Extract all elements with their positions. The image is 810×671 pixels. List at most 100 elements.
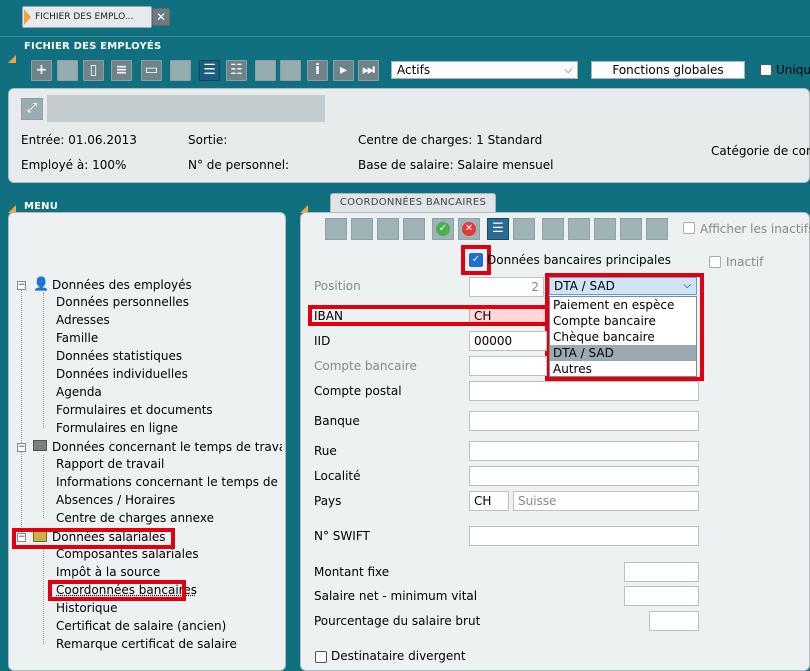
postal-account-input[interactable]	[469, 381, 699, 401]
panel-button-10[interactable]	[568, 218, 590, 240]
global-functions-button[interactable]: Fonctions globales	[591, 61, 745, 79]
tree-item-online-forms[interactable]: Formulaires en ligne	[56, 421, 178, 435]
position-label: Position	[314, 279, 361, 293]
tree-item-addresses[interactable]: Adresses	[56, 313, 110, 327]
panel-button-3[interactable]	[377, 218, 399, 240]
tree-line	[43, 455, 44, 518]
tree-item-personal-data[interactable]: Données personnelles	[56, 295, 189, 309]
tab-bank-details[interactable]: COORDONNÉES BANCAIRES	[330, 193, 496, 212]
panel-button-12[interactable]	[620, 218, 642, 240]
confirm-button[interactable]: ✓	[432, 218, 454, 240]
employee-person-icon: 👤	[33, 277, 50, 292]
panel-button-8[interactable]	[513, 218, 535, 240]
tree-item-work-report[interactable]: Rapport de travail	[56, 457, 164, 471]
collapse-icon[interactable]: −	[17, 443, 26, 452]
inactive-checkbox[interactable]	[709, 256, 721, 268]
street-input[interactable]	[469, 441, 699, 461]
position-input[interactable]: 2	[469, 277, 544, 297]
document-tab-label: FICHIER DES EMPLO...	[35, 12, 134, 22]
tree-item-absences[interactable]: Absences / Horaires	[56, 493, 175, 507]
window-title: FICHIER DES EMPLOYÉS	[24, 41, 162, 52]
disabled-button-3[interactable]	[280, 60, 301, 81]
country-label: Pays	[314, 494, 342, 508]
copy-button[interactable]	[57, 60, 78, 81]
postal-account-label: Compte postal	[314, 384, 402, 398]
divergent-recipient-label: Destinataire divergent	[331, 649, 466, 663]
add-button[interactable]: +	[31, 60, 52, 81]
tree-item-agenda[interactable]: Agenda	[56, 385, 102, 399]
filter-select[interactable]: Actifs ⌵	[391, 61, 578, 79]
tree-item-cost-center-annex[interactable]: Centre de charges annexe	[56, 511, 214, 525]
panel-button-11[interactable]	[594, 218, 616, 240]
unique-checkbox[interactable]	[760, 64, 772, 76]
corner-marker	[8, 55, 16, 63]
bank-account-input[interactable]	[469, 356, 547, 376]
close-tab-icon[interactable]: ✕	[152, 8, 170, 26]
calendar-icon	[33, 440, 47, 451]
tree-item-withholding-tax[interactable]: Impôt à la source	[56, 565, 160, 579]
document-tab[interactable]: FICHIER DES EMPLO... ✕	[22, 6, 170, 28]
tree-item-forms-documents[interactable]: Formulaires et documents	[56, 403, 213, 417]
city-input[interactable]	[469, 466, 699, 486]
disabled-button[interactable]	[170, 60, 191, 81]
divergent-recipient-checkbox[interactable]	[315, 651, 327, 663]
employee-name-blurred	[47, 95, 325, 122]
tree-item-statistics[interactable]: Données statistiques	[56, 349, 182, 363]
print-icon[interactable]: ▭	[141, 60, 162, 81]
tree-item-working-time-info[interactable]: Informations concernant le temps de trav	[56, 475, 282, 489]
panel-button-13[interactable]	[646, 218, 668, 240]
last-icon[interactable]: ⏭	[358, 60, 379, 81]
net-salary-minimum-label: Salaire net - minimum vital	[314, 589, 478, 603]
tree-item-history[interactable]: Historique	[56, 601, 118, 615]
street-label: Rue	[314, 444, 337, 458]
tree-line	[43, 545, 44, 644]
panel-button-1[interactable]	[325, 218, 347, 240]
detail-view-icon[interactable]: ☰	[199, 60, 220, 81]
delete-icon[interactable]: ▯	[83, 60, 104, 81]
divider	[0, 36, 810, 37]
info-icon[interactable]: i	[307, 60, 328, 81]
form-view-icon[interactable]: ☰	[487, 218, 509, 240]
cost-center: Centre de charges: 1 Standard	[358, 133, 543, 147]
disabled-button-2[interactable]	[255, 60, 276, 81]
net-salary-minimum-input[interactable]	[624, 586, 699, 606]
tree-item-individual-data[interactable]: Données individuelles	[56, 367, 188, 381]
tree-group-employee-data[interactable]: Données des employés	[52, 278, 192, 292]
next-icon[interactable]: ▸	[333, 60, 354, 81]
cancel-button[interactable]: ✕	[458, 218, 480, 240]
bank-label: Banque	[314, 414, 360, 428]
salary-base: Base de salaire: Salaire mensuel	[358, 158, 554, 172]
highlight-payment-type	[545, 273, 704, 381]
tree-item-certificate-remark[interactable]: Remarque certificat de salaire	[56, 637, 237, 651]
list-view-icon[interactable]: ☷	[226, 60, 247, 81]
bank-input[interactable]	[469, 411, 699, 431]
show-inactive-checkbox[interactable]	[683, 222, 695, 234]
gross-salary-percentage-label: Pourcentage du salaire brut	[314, 614, 481, 628]
fixed-amount-input[interactable]	[624, 562, 699, 582]
tree-line	[43, 292, 44, 428]
iid-label: IID	[314, 334, 331, 348]
tree-group-working-time[interactable]: Données concernant le temps de travail	[52, 440, 282, 454]
fixed-amount-label: Montant fixe	[314, 565, 390, 579]
unique-label: Unique	[776, 63, 810, 77]
panel-button-2[interactable]	[351, 218, 373, 240]
panel-button-9[interactable]	[542, 218, 564, 240]
menu-title: MENU	[24, 201, 59, 212]
transfer-icon[interactable]: ≡	[111, 60, 132, 81]
gross-salary-percentage-input[interactable]	[649, 611, 699, 631]
country-code-input[interactable]: CH	[469, 491, 509, 511]
tree-line	[21, 289, 22, 537]
country-name-input[interactable]: Suisse	[513, 491, 699, 511]
tree-item-family[interactable]: Famille	[56, 331, 98, 345]
employment-rate: Employé à: 100%	[21, 158, 127, 172]
collapse-icon[interactable]: −	[17, 281, 26, 290]
tree-item-salary-certificate-old[interactable]: Certificat de salaire (ancien)	[56, 619, 226, 633]
tree-item-salary-components[interactable]: Composantes salariales	[56, 547, 199, 561]
entry-date: Entrée: 01.06.2013	[21, 133, 137, 147]
iid-input[interactable]: 00000	[469, 331, 547, 351]
panel-button-4[interactable]	[403, 218, 425, 240]
swift-input[interactable]	[469, 526, 699, 546]
bank-account-label: Compte bancaire	[314, 359, 417, 373]
expand-icon[interactable]: ⤢	[21, 98, 43, 120]
swift-label: N° SWIFT	[314, 529, 370, 543]
